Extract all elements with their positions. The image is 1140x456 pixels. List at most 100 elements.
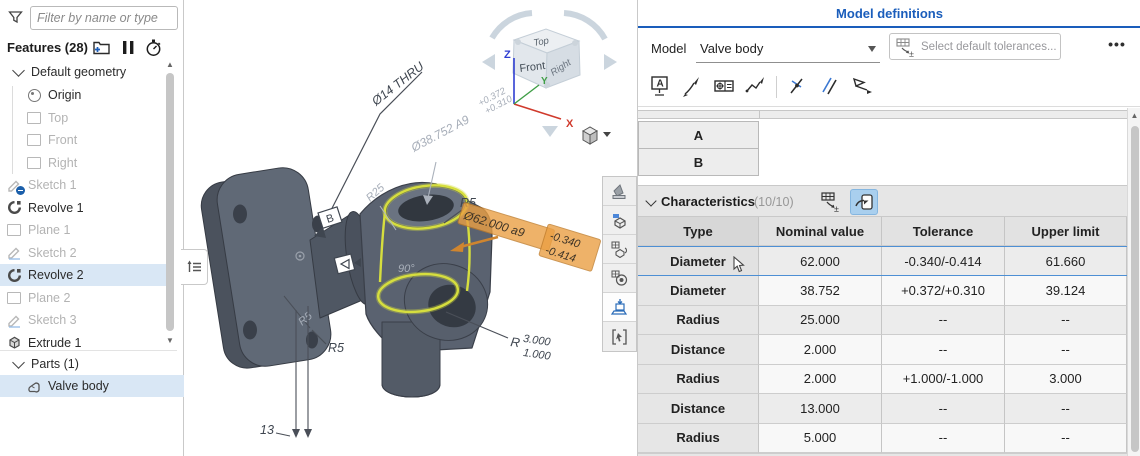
suppressed-badge [16, 186, 25, 195]
model-definitions-panel: Model definitions Model Valve body ± Sel… [637, 0, 1140, 456]
plane-icon [26, 110, 42, 126]
features-count-label: Features (28) [7, 40, 88, 55]
flange-hole [233, 205, 247, 224]
tree-item-default-geometry[interactable]: Default geometry [0, 61, 169, 83]
part-item-valve-body[interactable]: Valve body [0, 375, 189, 397]
sketch-icon [6, 177, 22, 193]
overflow-menu-button[interactable]: ••• [1100, 36, 1134, 58]
export-characteristics-button[interactable] [850, 189, 878, 215]
list-icon [185, 258, 203, 276]
tree-item-revolve-1[interactable]: Revolve 1 [0, 197, 169, 219]
column-header-tolerance[interactable]: Tolerance [882, 217, 1005, 246]
panel-scrollbar[interactable]: ▲ [1127, 108, 1140, 456]
table-row[interactable]: Distance 2.000 -- -- [638, 335, 1127, 365]
regenerate-timer-icon[interactable] [144, 38, 164, 58]
tree-scrollbar[interactable]: ▲ ▼ [163, 60, 177, 350]
toolbar-divider [776, 76, 777, 98]
bend-note-button[interactable] [742, 72, 769, 100]
intersection-dimension-button[interactable] [784, 72, 811, 100]
view-cube[interactable]: Top Front Right Z X Y [482, 13, 617, 137]
annotation-tool-strip [602, 176, 637, 352]
rotate-right-icon[interactable] [604, 54, 617, 70]
export-annotations-button[interactable] [603, 293, 636, 322]
dim-dia38[interactable]: Ø38.752 A9 +0.372 +0.310 [408, 85, 515, 155]
datum-row-a[interactable]: A [638, 121, 759, 149]
axis-y-label: Y [541, 76, 548, 87]
pause-rollback-icon[interactable] [121, 38, 141, 58]
geometric-tolerance-button[interactable] [710, 72, 737, 100]
table-row[interactable]: Diameter 62.000 -0.340/-0.414 61.660 [638, 246, 1127, 276]
features-header: Features (28) [0, 36, 184, 60]
appearance-button[interactable] [603, 177, 636, 206]
chevron-down-icon[interactable] [12, 64, 25, 77]
dim-len13[interactable]: 13 [260, 423, 274, 437]
filter-funnel-icon[interactable] [7, 9, 24, 29]
sketch-icon [6, 312, 22, 328]
dim-dia14[interactable]: Ø14 THRU [368, 59, 427, 109]
table-row[interactable]: Distance 13.000 -- -- [638, 394, 1127, 424]
scrollbar-thumb[interactable] [1131, 126, 1139, 452]
plane-icon [6, 222, 22, 238]
tolerance-table-icon: ± [894, 36, 918, 58]
dim-r5-flange[interactable]: R5 [328, 341, 344, 355]
tree-item-sketch-1[interactable]: Sketch 1 [0, 174, 169, 196]
select-default-tolerances-button[interactable]: ± Select default tolerances... [889, 33, 1061, 60]
tree-item-revolve-2[interactable]: Revolve 2 [0, 264, 169, 286]
table-row[interactable]: Radius 25.000 -- -- [638, 306, 1127, 336]
model-label: Model [651, 41, 686, 56]
view-options-button[interactable] [583, 127, 611, 144]
svg-text:3.000: 3.000 [522, 333, 552, 349]
panel-title: Model definitions [638, 6, 1140, 21]
tree-item-sketch-3[interactable]: Sketch 3 [0, 309, 169, 331]
parts-section-header[interactable]: Parts (1) [0, 353, 183, 375]
datum-feature-button[interactable]: A [646, 72, 673, 100]
annotation-plane-button[interactable] [603, 206, 636, 235]
callout-filter-button[interactable] [603, 322, 636, 351]
plane-icon [26, 132, 42, 148]
svg-text:±: ± [834, 204, 839, 214]
scroll-up-icon[interactable]: ▲ [1128, 111, 1140, 121]
feature-filter-input[interactable] [30, 6, 178, 30]
tree-item-top-plane[interactable]: Top [0, 107, 189, 129]
characteristics-title: Characteristics [661, 194, 755, 209]
flange-hole [243, 321, 257, 340]
graphics-viewport[interactable]: Top Front Right Z X Y [184, 0, 637, 456]
rotate-annotation-plane-button[interactable] [603, 235, 636, 264]
tree-item-right-plane[interactable]: Right [0, 152, 189, 174]
dimension-leader-button[interactable] [678, 72, 705, 100]
origin-icon [26, 87, 42, 103]
sketch-icon [6, 245, 22, 261]
datum-row-b[interactable]: B [638, 148, 759, 176]
tree-item-plane-2[interactable]: Plane 2 [0, 287, 169, 309]
table-row[interactable]: Radius 5.000 -- -- [638, 424, 1127, 454]
parallel-dimension-button[interactable] [816, 72, 843, 100]
table-row[interactable]: Diameter 38.752 +0.372/+0.310 39.124 [638, 276, 1127, 306]
tree-item-plane-1[interactable]: Plane 1 [0, 219, 169, 241]
scrollbar-thumb[interactable] [166, 73, 174, 331]
collapse-chevron-icon[interactable] [645, 195, 656, 206]
column-divider [759, 110, 760, 119]
rotate-left-icon[interactable] [482, 54, 495, 70]
datum-target-button[interactable] [848, 72, 875, 100]
model-dropdown[interactable]: Valve body [696, 36, 880, 63]
column-header-type[interactable]: Type [638, 217, 759, 246]
annotation-toolbar: A [638, 68, 1140, 107]
dim-angle90[interactable]: 90° [398, 263, 415, 275]
table-row[interactable]: Radius 2.000 +1.000/-1.000 3.000 [638, 365, 1127, 395]
tree-item-sketch-2[interactable]: Sketch 2 [0, 242, 169, 264]
svg-text:A: A [656, 79, 663, 90]
column-header-upper[interactable]: Upper limit [1005, 217, 1127, 246]
column-header-nominal[interactable]: Nominal value [759, 217, 882, 246]
dim-r3[interactable]: R 3.000 1.000 [510, 333, 553, 363]
feature-list-toggle-handle[interactable] [181, 249, 208, 285]
chevron-down-icon[interactable] [603, 132, 611, 137]
scroll-down-icon[interactable]: ▼ [163, 336, 177, 346]
tree-item-front-plane[interactable]: Front [0, 129, 189, 151]
rotate-down-icon[interactable] [542, 126, 558, 137]
scroll-up-icon[interactable]: ▲ [163, 60, 177, 70]
section-view-button[interactable] [603, 264, 636, 293]
add-folder-icon[interactable] [92, 38, 112, 58]
chevron-down-icon[interactable] [12, 356, 25, 369]
tree-item-origin[interactable]: Origin [0, 84, 189, 106]
apply-tolerances-icon[interactable]: ± [818, 190, 844, 214]
